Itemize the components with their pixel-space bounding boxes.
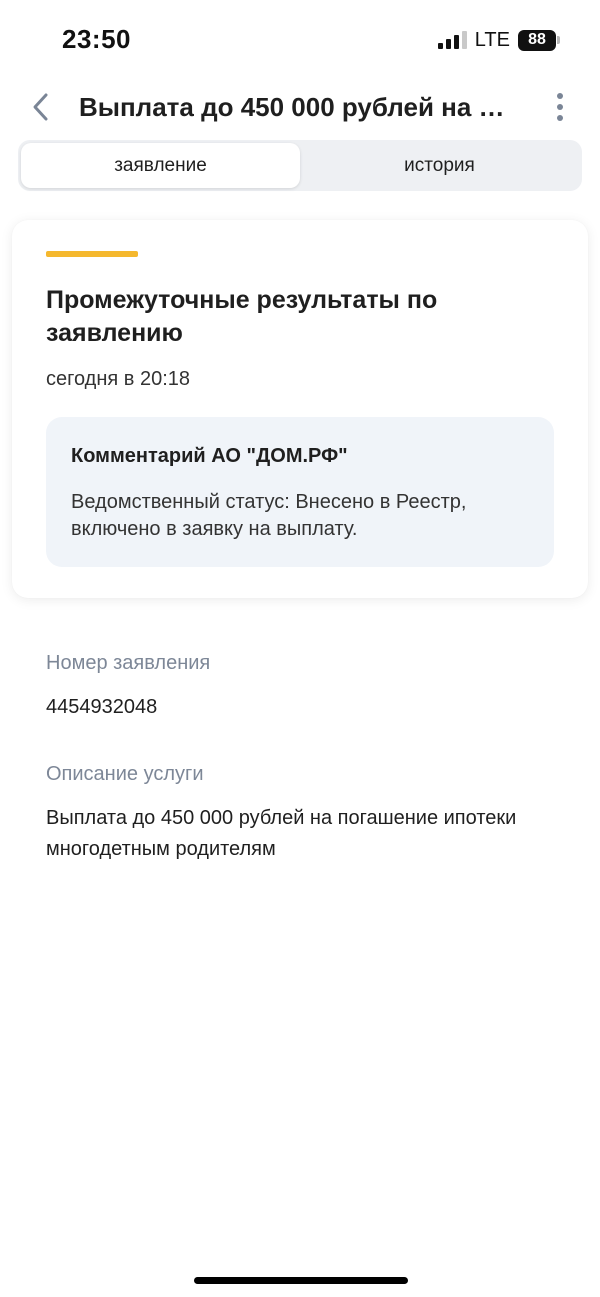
card-date: сегодня в 20:18 (46, 368, 190, 390)
status-bar: 23:50 LTE 88 (0, 0, 600, 80)
network-type: LTE (474, 28, 510, 51)
more-options-button[interactable] (548, 90, 572, 124)
comment-box: Комментарий АО "ДОМ.РФ" Ведомственный ст… (46, 417, 554, 567)
home-indicator[interactable] (194, 1277, 408, 1284)
comment-title: Комментарий АО "ДОМ.РФ" (71, 445, 348, 467)
application-number-label: Номер заявления (46, 652, 211, 674)
page-title: Выплата до 450 000 рублей на погашение и… (79, 92, 519, 122)
signal-icon (437, 31, 467, 49)
tab-switcher: заявление история (18, 140, 582, 191)
comment-text: Ведомственный статус: Внесено в Реестр, … (71, 491, 467, 540)
status-indicators: LTE 88 (437, 28, 560, 51)
back-button[interactable] (26, 90, 56, 124)
more-vertical-icon (557, 93, 563, 99)
app-header: Выплата до 450 000 рублей на погашение и… (0, 80, 600, 134)
battery-level: 88 (518, 29, 556, 51)
tab-history[interactable]: история (300, 143, 579, 188)
status-time: 23:50 (62, 24, 131, 54)
tab-application[interactable]: заявление (21, 143, 300, 188)
service-description-value: Выплата до 450 000 рублей на погашение и… (46, 807, 517, 860)
chevron-left-icon (33, 93, 48, 121)
battery-icon: 88 (518, 29, 560, 51)
service-description-label: Описание услуги (46, 763, 204, 785)
application-number-value: 4454932048 (46, 696, 158, 718)
accent-bar (46, 251, 138, 257)
card-title: Промежуточные результаты по заявлению (46, 286, 438, 347)
status-card: Промежуточные результаты по заявлению се… (12, 220, 588, 598)
